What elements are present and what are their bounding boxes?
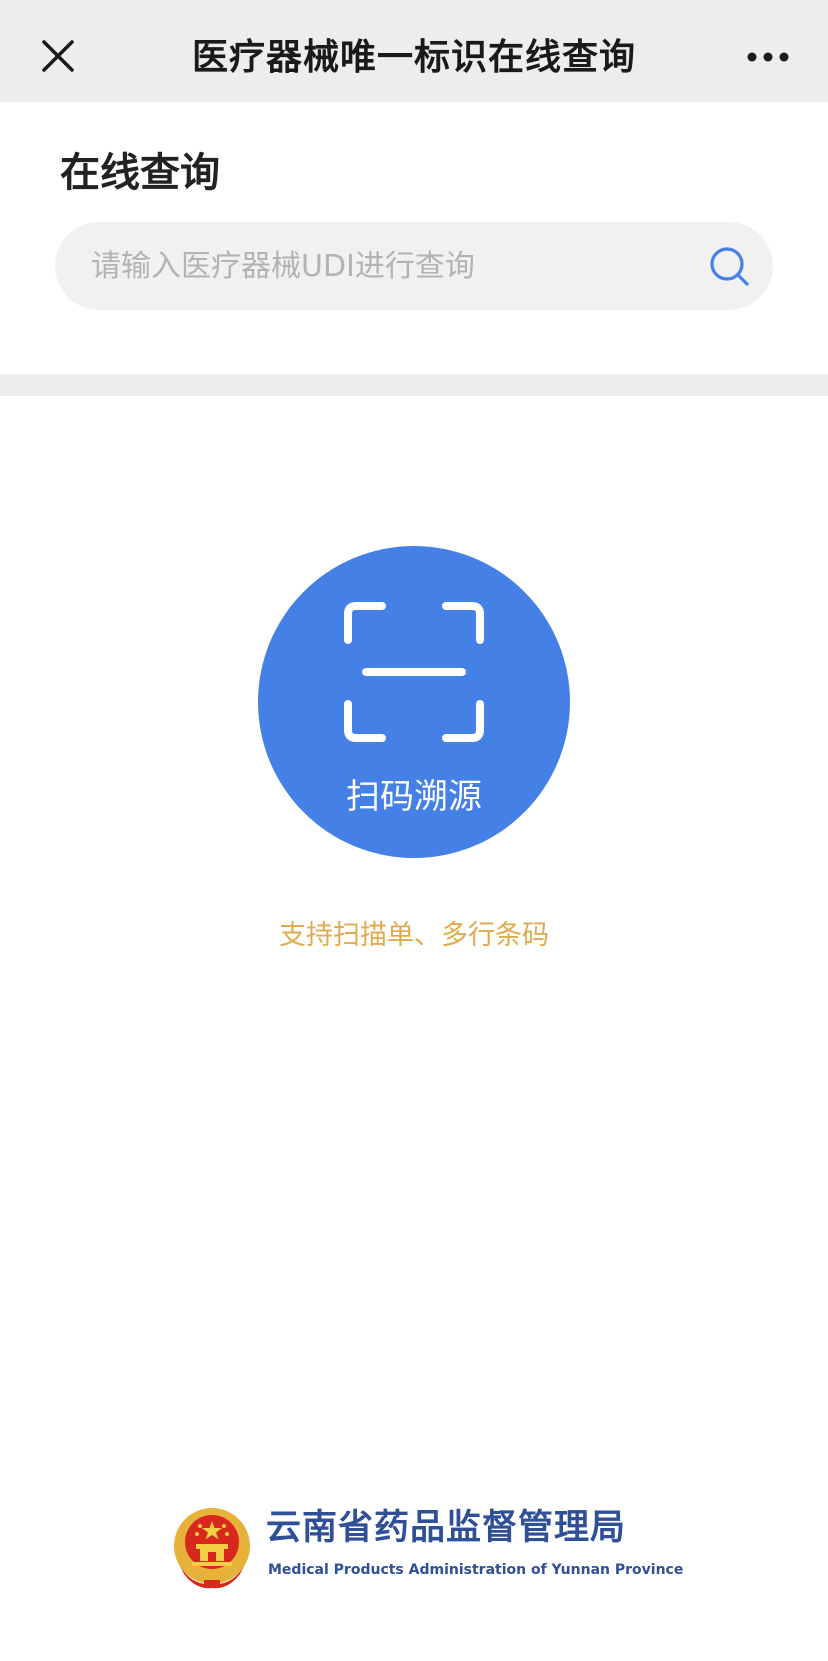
search-button[interactable]: [705, 242, 753, 290]
navigation-bar: 医疗器械唯一标识在线查询: [0, 0, 828, 102]
organization-name: 云南省药品监督管理局: [266, 1508, 627, 1548]
page-title: 医疗器械唯一标识在线查询: [191, 37, 636, 78]
udi-search-input[interactable]: [91, 222, 671, 310]
section-divider: [0, 374, 828, 396]
search-icon: [710, 247, 749, 286]
national-emblem-icon: [174, 1508, 250, 1589]
search-bar: [55, 222, 773, 310]
footer-logo: 云南省药品监督管理局 Medical Products Administrati…: [170, 1500, 683, 1600]
scan-hint-text: 支持扫描单、多行条码: [279, 920, 549, 951]
organization-name-english: Medical Products Administration of Yunna…: [268, 1562, 684, 1578]
online-query-heading: 在线查询: [60, 150, 220, 196]
close-button[interactable]: [36, 34, 80, 78]
scan-frame-icon: [344, 602, 484, 742]
close-icon: [42, 40, 74, 72]
more-horizontal-icon: [747, 52, 789, 62]
scan-trace-button[interactable]: 扫码溯源: [258, 546, 570, 858]
more-button[interactable]: [744, 42, 792, 72]
scan-trace-label: 扫码溯源: [346, 777, 482, 817]
